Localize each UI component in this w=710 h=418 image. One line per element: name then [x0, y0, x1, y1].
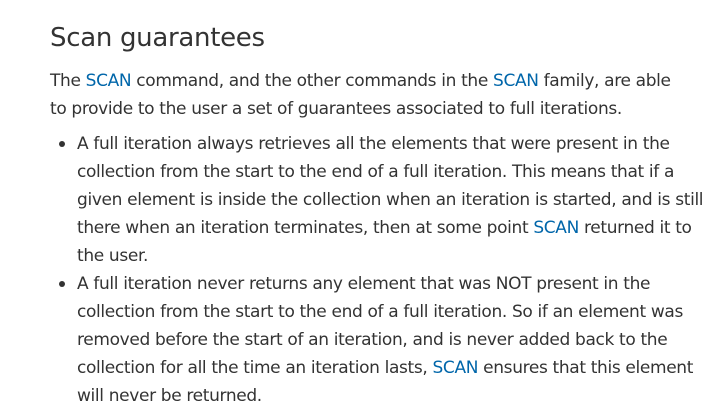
scan-command-link[interactable]: SCAN — [86, 71, 132, 91]
intro-text-1: The — [50, 71, 86, 91]
scan-command-link[interactable]: SCAN — [432, 358, 478, 378]
list-item: A full iteration always retrieves all th… — [59, 130, 707, 270]
scan-command-link[interactable]: SCAN — [533, 218, 579, 238]
scan-family-link[interactable]: SCAN — [493, 71, 539, 91]
guarantees-list: A full iteration always retrieves all th… — [50, 130, 707, 410]
intro-paragraph: The SCAN command, and the other commands… — [50, 67, 680, 123]
bullet-icon — [59, 281, 65, 287]
intro-text-2: command, and the other commands in the — [131, 71, 493, 91]
section-heading: Scan guarantees — [50, 23, 265, 53]
list-item: A full iteration never returns any eleme… — [59, 270, 707, 410]
bullet-icon — [59, 141, 65, 147]
